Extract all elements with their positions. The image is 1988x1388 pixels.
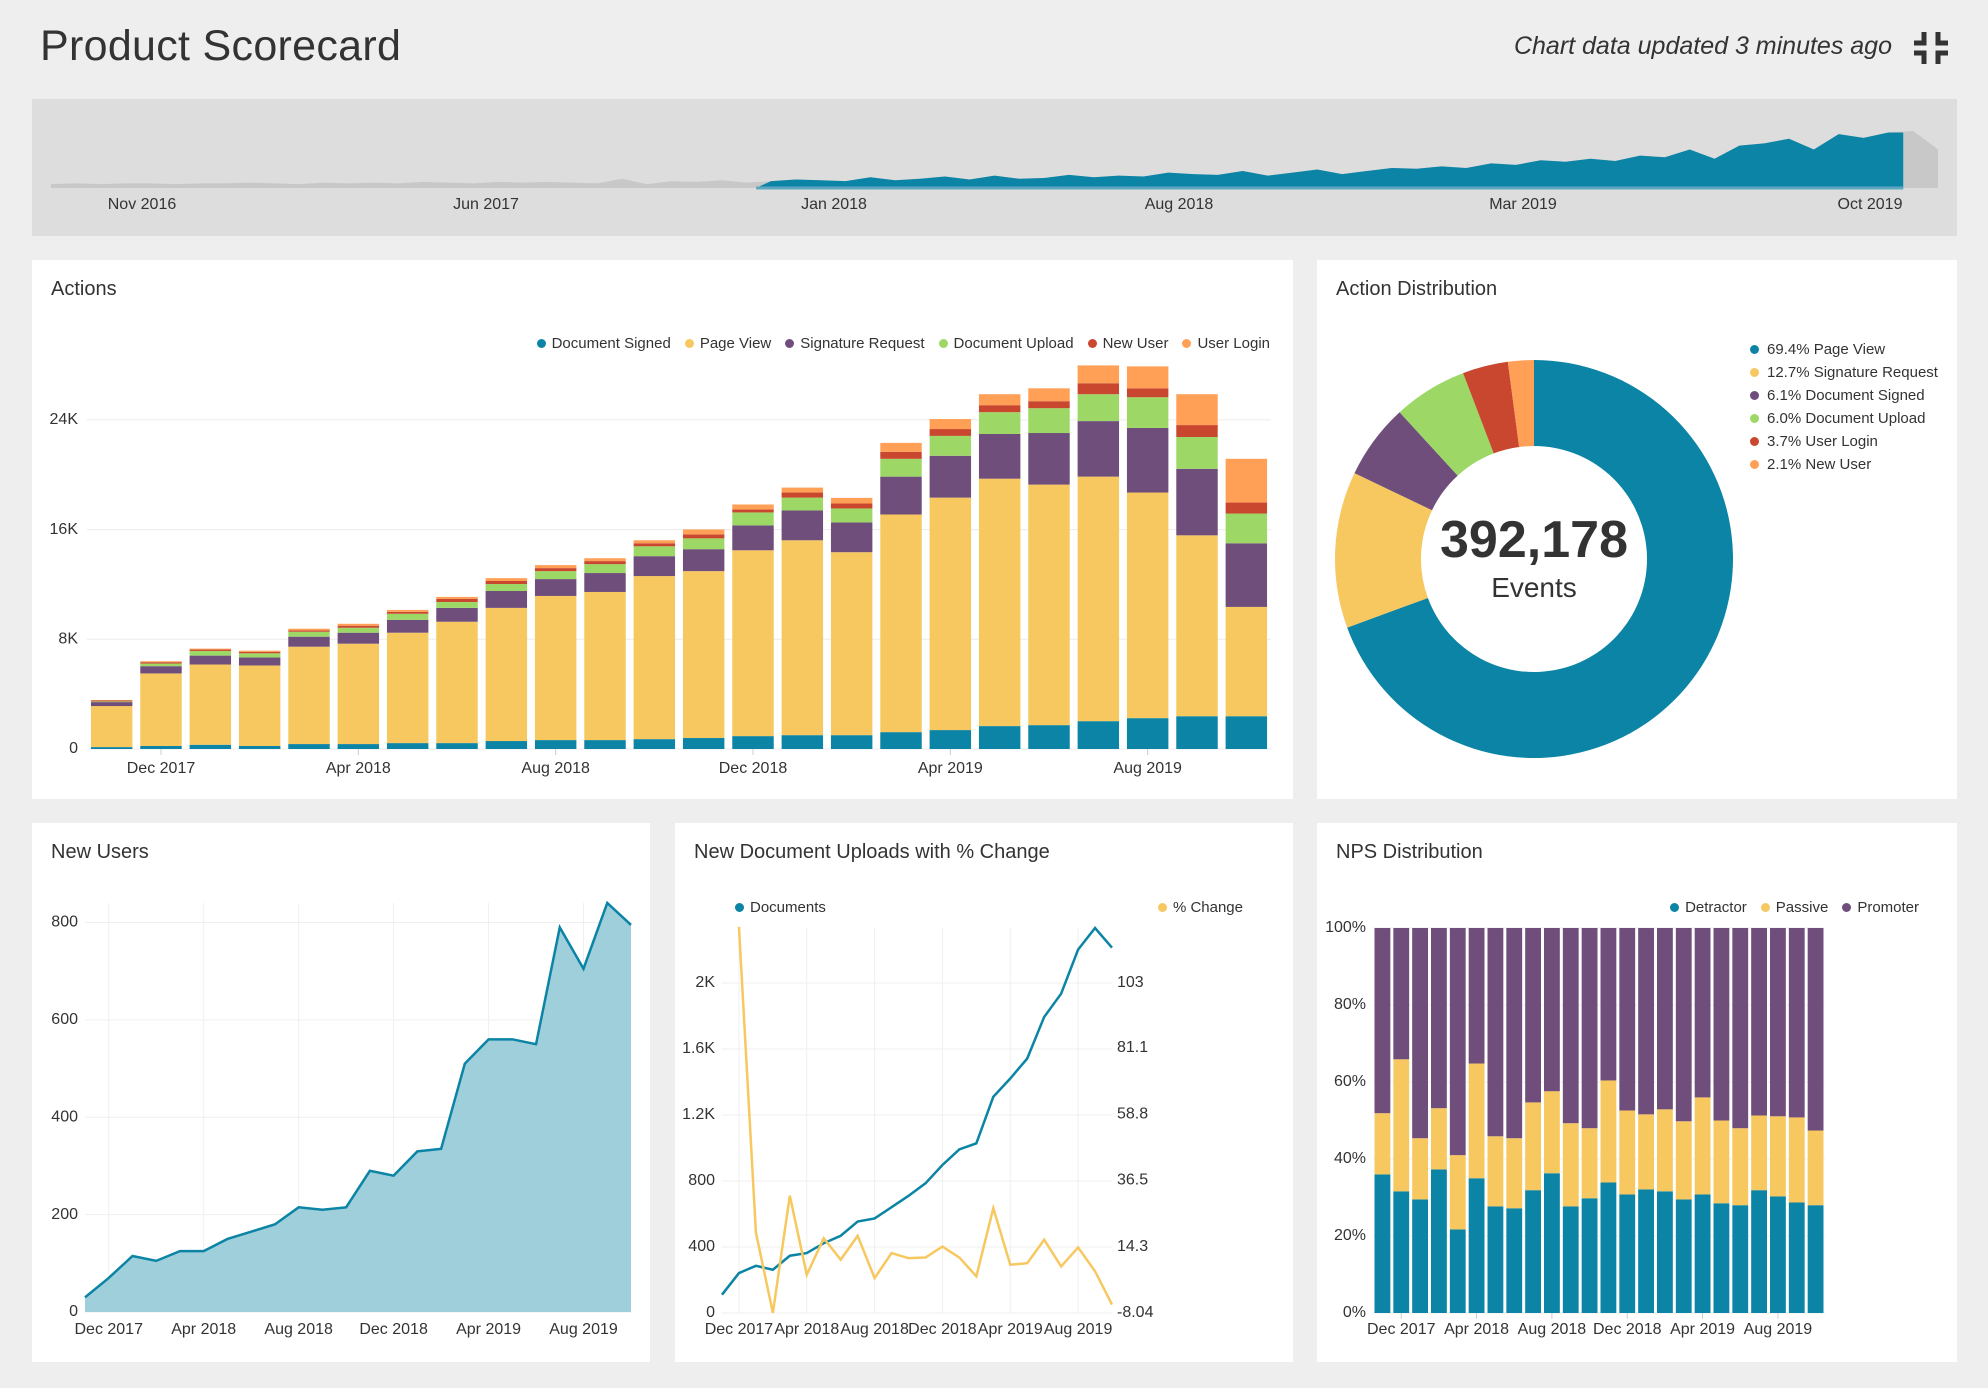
legend-label: Document Signed — [551, 335, 671, 352]
legend-dot-icon — [735, 903, 744, 912]
compress-icon[interactable] — [1912, 30, 1950, 66]
new-users-title: New Users — [51, 841, 149, 863]
legend-dot-icon — [785, 339, 795, 348]
legend-label: % Change — [1172, 899, 1243, 916]
legend-label: Detractor — [1685, 899, 1747, 916]
uploads-title: New Document Uploads with % Change — [694, 841, 1050, 863]
legend-label: 69.4% Page View — [1767, 341, 1886, 358]
legend-dot-icon — [1087, 339, 1097, 348]
last-updated-text: Chart data updated 3 minutes ago — [1513, 32, 1892, 60]
legend-dot-icon — [1182, 339, 1192, 348]
legend-dot-icon — [1157, 903, 1167, 912]
nps-panel: NPS Distribution Detractor Passive Promo… — [1317, 823, 1957, 1362]
legend-item[interactable]: User Login — [1182, 335, 1270, 352]
nps-legend: Detractor Passive Promoter — [1670, 899, 1919, 916]
legend-item[interactable]: 3.7% User Login — [1750, 430, 1938, 453]
time-navigator[interactable] — [32, 99, 1957, 236]
distribution-title: Action Distribution — [1336, 278, 1498, 300]
legend-item[interactable]: Signature Request — [785, 335, 925, 352]
legend-label: 3.7% User Login — [1767, 433, 1878, 450]
legend-label: 2.1% New User — [1767, 456, 1872, 473]
legend-item[interactable]: Passive — [1760, 899, 1829, 916]
legend-dot-icon — [684, 339, 694, 348]
nps-title: NPS Distribution — [1336, 841, 1483, 863]
actions-title: Actions — [51, 278, 117, 300]
legend-dot-icon — [1750, 391, 1759, 400]
page-title: Product Scorecard — [40, 22, 402, 70]
new-users-panel: New Users — [32, 823, 650, 1362]
legend-label: Document Upload — [953, 335, 1074, 352]
legend-label: User Login — [1197, 335, 1270, 352]
legend-dot-icon — [1750, 368, 1759, 377]
legend-item[interactable]: 12.7% Signature Request — [1750, 361, 1938, 384]
donut-total-label: Events — [1491, 572, 1577, 603]
distribution-legend: 69.4% Page View 12.7% Signature Request … — [1750, 338, 1938, 476]
legend-label: Passive — [1775, 899, 1829, 916]
legend-label: Page View — [699, 335, 772, 352]
legend-dot-icon — [1842, 903, 1852, 912]
legend-item[interactable]: Detractor — [1670, 899, 1747, 916]
legend-label: Documents — [750, 899, 826, 916]
legend-label: 6.0% Document Upload — [1767, 410, 1926, 427]
donut-total-value: 392,178 — [1440, 511, 1628, 569]
actions-panel: Actions Document Signed Page View Signat… — [32, 260, 1293, 799]
legend-item[interactable]: 69.4% Page View — [1750, 338, 1938, 361]
legend-item[interactable]: 2.1% New User — [1750, 453, 1938, 476]
legend-dot-icon — [1750, 460, 1759, 469]
legend-item[interactable]: 6.1% Document Signed — [1750, 384, 1938, 407]
legend-label: New User — [1102, 335, 1169, 352]
change-legend-item[interactable]: % Change — [1157, 899, 1243, 916]
legend-dot-icon — [1760, 903, 1770, 912]
legend-dot-icon — [536, 339, 546, 348]
legend-dot-icon — [1750, 437, 1759, 446]
legend-label: 12.7% Signature Request — [1767, 364, 1938, 381]
legend-dot-icon — [1750, 414, 1759, 423]
legend-dot-icon — [1750, 345, 1759, 354]
legend-item[interactable]: Page View — [684, 335, 772, 352]
legend-dot-icon — [938, 339, 948, 348]
legend-dot-icon — [1670, 903, 1680, 912]
uploads-panel: New Document Uploads with % Change Docum… — [675, 823, 1293, 1362]
legend-item[interactable]: Promoter — [1842, 899, 1919, 916]
legend-label: Promoter — [1857, 899, 1919, 916]
legend-item[interactable]: 6.0% Document Upload — [1750, 407, 1938, 430]
legend-label: Signature Request — [800, 335, 925, 352]
actions-legend: Document Signed Page View Signature Requ… — [536, 335, 1270, 352]
legend-label: 6.1% Document Signed — [1767, 387, 1925, 404]
legend-item[interactable]: New User — [1087, 335, 1169, 352]
legend-item[interactable]: Document Upload — [938, 335, 1074, 352]
legend-item[interactable]: Document Signed — [536, 335, 671, 352]
documents-legend-item[interactable]: Documents — [735, 899, 826, 916]
